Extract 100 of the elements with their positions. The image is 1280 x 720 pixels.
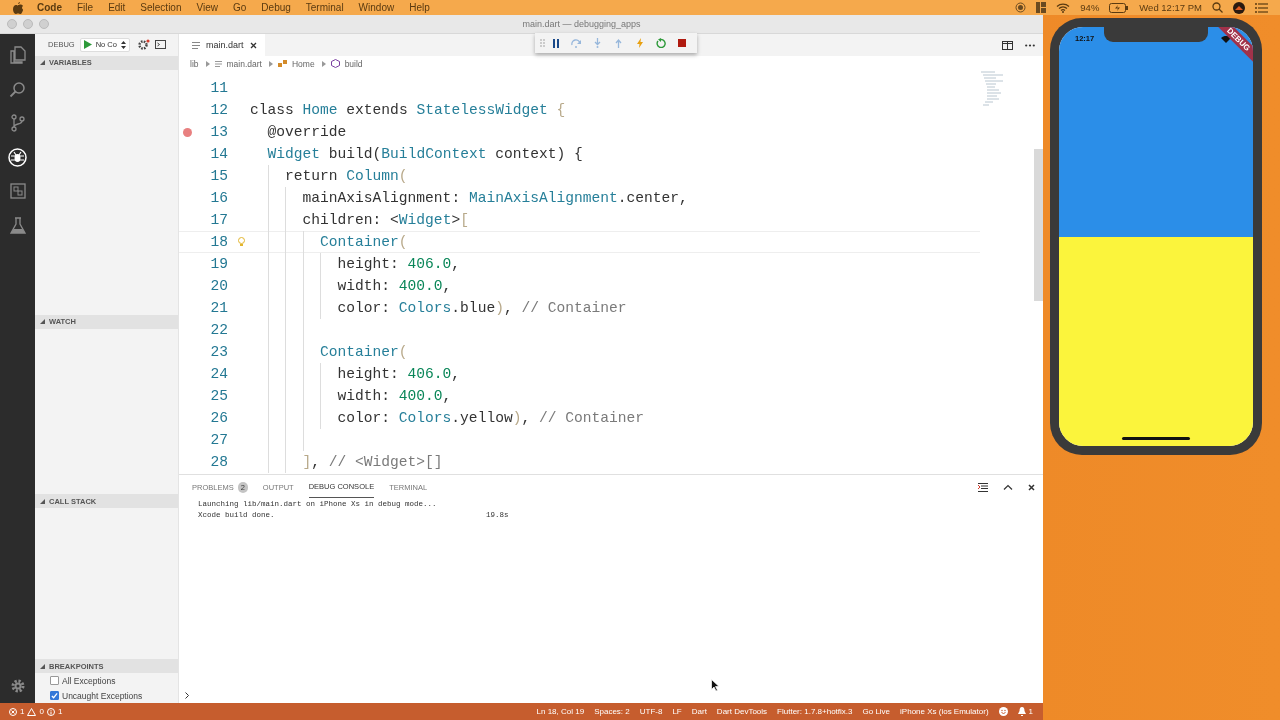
code-line: ], // <Widget>[]: [302, 454, 443, 470]
breadcrumb[interactable]: build: [344, 58, 363, 69]
line-number: 11: [209, 80, 228, 96]
wifi-icon[interactable]: [1056, 2, 1071, 13]
error-count[interactable]: 1: [20, 707, 25, 716]
line-number: 13: [209, 124, 228, 140]
settings-icon[interactable]: [137, 39, 150, 51]
layout-icon[interactable]: [1036, 2, 1047, 13]
line-number: 12: [209, 102, 228, 118]
extensions-icon: [9, 183, 26, 199]
console-icon[interactable]: [154, 40, 166, 50]
line-number: 25: [209, 388, 228, 404]
menu-item[interactable]: Edit: [108, 2, 126, 13]
lightning-icon: [636, 38, 643, 48]
updown-icon: [120, 41, 126, 49]
menu-item[interactable]: Terminal: [305, 2, 344, 13]
info-icon[interactable]: [46, 707, 55, 716]
status-item[interactable]: Flutter: 1.7.8+hotfix.3: [777, 707, 853, 716]
scrollbar[interactable]: [1034, 149, 1043, 301]
close-icon[interactable]: [249, 41, 257, 49]
step-out-icon: [615, 38, 622, 48]
code-line: return Column(: [285, 168, 408, 184]
home-indicator: [1122, 437, 1190, 440]
drag-handle-icon[interactable]: [540, 39, 545, 47]
line-number: 27: [209, 432, 228, 448]
close-icon[interactable]: [1028, 483, 1035, 491]
menu-clock[interactable]: Wed 12:17 PM: [1139, 2, 1202, 13]
files-icon: [9, 46, 26, 64]
code-line: @override: [267, 124, 347, 140]
menu-item[interactable]: Window: [358, 2, 395, 13]
apple-icon[interactable]: [13, 1, 23, 14]
menu-item[interactable]: Selection: [140, 2, 182, 13]
window-title: main.dart — debugging_apps: [522, 19, 641, 29]
error-icon[interactable]: [9, 707, 17, 716]
warning-count[interactable]: 0: [39, 707, 44, 716]
line-number: 18: [209, 234, 228, 250]
line-number: 26: [209, 410, 228, 426]
code-line: mainAxisAlignment: MainAxisAlignment.center,: [302, 190, 688, 206]
restart-icon: [655, 38, 666, 48]
breadcrumb[interactable]: lib: [190, 58, 199, 69]
checkbox[interactable]: [50, 676, 59, 685]
code-line: color: Colors.blue), // Container: [337, 300, 627, 316]
status-item[interactable]: Ln 18, Col 19: [536, 707, 585, 716]
code-line: height: 406.0,: [337, 366, 461, 382]
status-item[interactable]: LF: [672, 707, 682, 716]
file-icon: [192, 41, 200, 49]
smiley-icon[interactable]: [998, 707, 1008, 716]
app-menu[interactable]: Code: [37, 2, 62, 13]
search-icon[interactable]: [1212, 2, 1223, 13]
status-item[interactable]: iPhone Xs (ios Emulator): [900, 707, 989, 716]
menu-item[interactable]: Help: [409, 2, 430, 13]
prompt-chevron-icon[interactable]: [185, 692, 189, 699]
breakpoint-dot[interactable]: [182, 127, 192, 137]
clear-console-icon[interactable]: [978, 482, 988, 492]
list-icon[interactable]: [1255, 2, 1268, 13]
code-line: class Home extends StatelessWidget {: [250, 102, 566, 118]
line-number: 19: [209, 256, 228, 272]
code-line: Widget build(BuildContext context) {: [267, 146, 583, 162]
status-item[interactable]: Dart DevTools: [716, 707, 768, 716]
menu-item[interactable]: Debug: [261, 2, 291, 13]
more-icon[interactable]: [1025, 43, 1035, 47]
breadcrumb[interactable]: main.dart: [226, 58, 262, 69]
bell-icon[interactable]: [1017, 707, 1026, 716]
menu-item[interactable]: File: [77, 2, 94, 13]
code-editor[interactable]: [179, 71, 1043, 474]
line-number: 21: [209, 300, 228, 316]
breadcrumb[interactable]: Home: [291, 58, 315, 69]
flask-icon: [9, 216, 26, 234]
file-icon: [214, 60, 222, 67]
menu-item[interactable]: View: [196, 2, 218, 13]
notification-count[interactable]: 1: [1028, 707, 1033, 716]
code-line: width: 400.0,: [337, 388, 452, 404]
status-item[interactable]: Dart: [691, 707, 707, 716]
menu-item[interactable]: Go: [233, 2, 247, 13]
line-number: 28: [209, 454, 228, 470]
line-number: 15: [209, 168, 228, 184]
checkbox[interactable]: [50, 691, 59, 700]
chevron-icon: [268, 60, 273, 67]
split-editor-icon[interactable]: [1002, 40, 1013, 50]
info-count[interactable]: 1: [57, 707, 63, 716]
line-number: 23: [209, 344, 228, 360]
status-item[interactable]: UTF-8: [639, 707, 663, 716]
caret-icon: [40, 60, 45, 66]
editor-tab[interactable]: main.dart: [179, 34, 265, 56]
code-line: Container(: [320, 344, 408, 360]
user-avatar[interactable]: [1233, 1, 1245, 14]
chevron-up-icon[interactable]: [1003, 484, 1013, 490]
battery-percent: 94%: [1080, 2, 1100, 13]
branch-icon: [9, 114, 26, 132]
bug-icon: [8, 147, 27, 167]
warning-icon[interactable]: [27, 707, 37, 716]
play-icon: [83, 40, 92, 50]
search-icon: [9, 80, 26, 98]
record-icon[interactable]: [1015, 2, 1027, 13]
status-item[interactable]: Go Live: [862, 707, 891, 716]
status-item[interactable]: Spaces: 2: [594, 707, 630, 716]
battery-icon[interactable]: [1109, 2, 1130, 13]
stop-icon: [677, 39, 686, 47]
code-line: color: Colors.yellow), // Container: [337, 410, 645, 426]
step-into-icon: [594, 38, 601, 48]
